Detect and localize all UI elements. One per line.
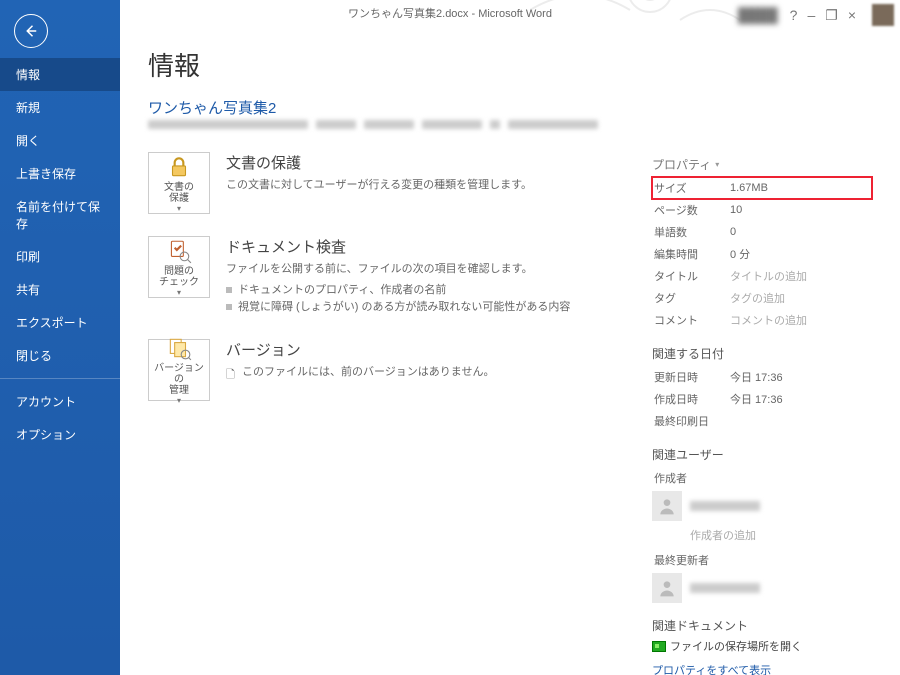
minimize-icon[interactable]: – [807, 8, 815, 22]
manage-versions-button[interactable]: バージョンの 管理 ▾ [148, 339, 210, 401]
date-row-created: 作成日時今日 17:36 [652, 388, 872, 410]
related-dates: 関連する日付 更新日時今日 17:36 作成日時今日 17:36 最終印刷日 [652, 345, 872, 432]
properties-table: サイズ1.67MB ページ数10 単語数0 編集時間0 分 タイトルタイトルの追… [652, 177, 872, 331]
file-path [148, 120, 608, 134]
section-protect: 文書の 保護 ▾ 文書の保護 この文書に対してユーザーが行える変更の種類を管理し… [148, 152, 630, 214]
nav-account[interactable]: アカウント [0, 385, 120, 418]
show-all-properties-link[interactable]: プロパティをすべて表示 [652, 662, 872, 675]
nav-export[interactable]: エクスポート [0, 306, 120, 339]
lastmod-user[interactable] [652, 573, 872, 603]
versions-icon [165, 335, 193, 361]
related-dates-header: 関連する日付 [652, 345, 872, 362]
arrow-left-icon [22, 22, 40, 40]
date-row-printed: 最終印刷日 [652, 410, 872, 432]
titlebar: ワンちゃん写真集2.docx - Microsoft Word ████ ? –… [0, 0, 900, 26]
related-documents-header: 関連ドキュメント [652, 617, 872, 634]
protect-document-button[interactable]: 文書の 保護 ▾ [148, 152, 210, 214]
nav-save[interactable]: 上書き保存 [0, 157, 120, 190]
prop-row-pages: ページ数10 [652, 199, 872, 221]
nav-close[interactable]: 閉じる [0, 339, 120, 372]
page-title: 情報 [148, 46, 872, 83]
author-user[interactable] [652, 491, 872, 521]
nav-share[interactable]: 共有 [0, 273, 120, 306]
user-label: ████ [738, 8, 778, 22]
nav-print[interactable]: 印刷 [0, 240, 120, 273]
nav-open[interactable]: 開く [0, 124, 120, 157]
nav-options[interactable]: オプション [0, 418, 120, 451]
inspect-desc: ファイルを公開する前に、ファイルの次の項目を確認します。 [226, 261, 570, 278]
person-icon [652, 573, 682, 603]
related-documents: 関連ドキュメント ファイルの保存場所を開く [652, 617, 872, 654]
properties-dropdown[interactable]: プロパティ [652, 156, 872, 173]
lastmod-name [690, 583, 760, 593]
prop-row-size: サイズ1.67MB [652, 177, 872, 199]
chevron-down-icon: ▾ [177, 204, 181, 213]
main-panel: 情報 ワンちゃん写真集2 文書の 保護 ▾ 文書の保護 この文書に対してユーザー… [120, 0, 900, 675]
inspect-title: ドキュメント検査 [226, 236, 570, 257]
protect-button-label: 文書の 保護 [164, 182, 194, 204]
add-author-link[interactable]: 作成者の追加 [690, 527, 872, 543]
versions-bullet-1: 🗋このファイルには、前のバージョンはありません。 [226, 364, 494, 382]
protect-desc: この文書に対してユーザーが行える変更の種類を管理します。 [226, 177, 532, 194]
related-users-header: 関連ユーザー [652, 446, 872, 463]
inspect-bullet-2: 視覚に障碍 (しょうがい) のある方が読み取れない可能性がある内容 [226, 299, 570, 317]
properties-panel: プロパティ サイズ1.67MB ページ数10 単語数0 編集時間0 分 タイトル… [652, 152, 872, 675]
versions-title: バージョン [226, 339, 494, 360]
prop-row-title[interactable]: タイトルタイトルの追加 [652, 265, 872, 287]
prop-row-edittime: 編集時間0 分 [652, 243, 872, 265]
check-issues-button[interactable]: 問題の チェック ▾ [148, 236, 210, 298]
prop-row-words: 単語数0 [652, 221, 872, 243]
back-button[interactable] [14, 14, 48, 48]
lastmod-label: 最終更新者 [652, 549, 728, 571]
inspect-button-label: 問題の チェック [159, 266, 199, 288]
window-title: ワンちゃん写真集2.docx - Microsoft Word [348, 5, 552, 21]
section-inspect: 問題の チェック ▾ ドキュメント検査 ファイルを公開する前に、ファイルの次の項… [148, 236, 630, 317]
related-users: 関連ユーザー 作成者 作成者の追加 最終更新者 [652, 446, 872, 603]
protect-title: 文書の保護 [226, 152, 532, 173]
restore-icon[interactable]: ❐ [825, 8, 838, 22]
filename-link[interactable]: ワンちゃん写真集2 [148, 97, 276, 118]
folder-icon [652, 641, 666, 652]
chevron-down-icon: ▾ [177, 288, 181, 297]
prop-row-tags[interactable]: タグタグの追加 [652, 287, 872, 309]
check-icon [165, 238, 193, 264]
versions-button-label: バージョンの 管理 [151, 363, 207, 396]
nav-separator [0, 378, 120, 379]
backstage-sidebar: 情報 新規 開く 上書き保存 名前を付けて保存 印刷 共有 エクスポート 閉じる… [0, 0, 120, 675]
nav-info[interactable]: 情報 [0, 58, 120, 91]
lock-icon [165, 154, 193, 180]
avatar[interactable] [872, 4, 894, 26]
nav-saveas[interactable]: 名前を付けて保存 [0, 190, 120, 240]
author-label: 作成者 [652, 467, 728, 489]
open-file-location-link[interactable]: ファイルの保存場所を開く [652, 638, 872, 654]
inspect-bullet-1: ドキュメントのプロパティ、作成者の名前 [226, 282, 570, 300]
author-name [690, 501, 760, 511]
person-icon [652, 491, 682, 521]
prop-row-comments[interactable]: コメントコメントの追加 [652, 309, 872, 331]
close-icon[interactable]: × [848, 8, 856, 22]
section-versions: バージョンの 管理 ▾ バージョン 🗋このファイルには、前のバージョンはありませ… [148, 339, 630, 401]
nav-new[interactable]: 新規 [0, 91, 120, 124]
chevron-down-icon: ▾ [177, 396, 181, 405]
help-icon[interactable]: ? [790, 8, 798, 22]
date-row-modified: 更新日時今日 17:36 [652, 366, 872, 388]
